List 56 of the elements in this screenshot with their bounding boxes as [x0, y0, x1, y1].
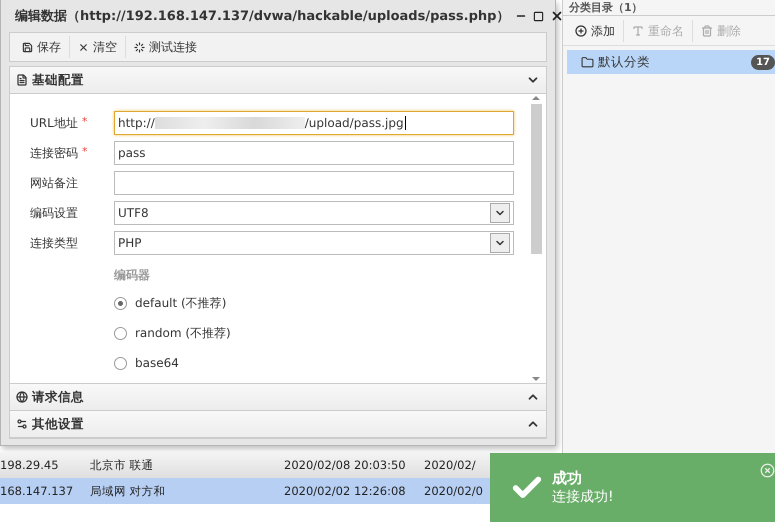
group-label: 编码器: [114, 267, 151, 284]
caret-icon: [490, 203, 510, 223]
trash-icon: [701, 25, 713, 37]
toolbar-button[interactable]: 测试连接: [126, 36, 205, 58]
category-item[interactable]: 默认分类 17: [567, 50, 775, 74]
document-icon: [16, 74, 28, 86]
plus-circle-icon: [575, 25, 587, 37]
field-label: 编码设置: [30, 204, 78, 222]
field-label: 网站备注: [30, 174, 78, 192]
required-mark: *: [82, 144, 88, 160]
save-icon: [22, 42, 33, 52]
table-cell-text: 2020/02/08 20:03:50: [283, 458, 407, 472]
table-cell-text: 2020/02/02 12:26:08: [283, 484, 407, 498]
globe-icon: [16, 391, 28, 403]
radio-option[interactable]: random (不推荐): [114, 321, 528, 345]
caret-icon: [490, 233, 510, 253]
toolbar-button[interactable]: 清空: [70, 36, 126, 58]
maximize-icon: [533, 10, 544, 22]
table-cell-text: 198.29.45: [0, 458, 60, 472]
settings-icon: [16, 418, 28, 430]
radio-button[interactable]: [114, 326, 127, 340]
toolbar-button[interactable]: 保存: [14, 36, 70, 58]
toolbar-button[interactable]: 添加: [567, 20, 624, 42]
input-field[interactable]: [114, 171, 514, 195]
section-header[interactable]: 请求信息: [10, 384, 546, 411]
dropdown[interactable]: PHP: [114, 231, 514, 255]
input-field[interactable]: pass: [114, 141, 514, 165]
radio-button[interactable]: [114, 356, 127, 370]
panel-title: 分类目录（1）: [568, 1, 643, 14]
close-button[interactable]: [550, 9, 564, 23]
folder-icon: [581, 56, 594, 68]
count-badge: 17: [751, 54, 775, 70]
field-label: URL地址: [30, 114, 78, 132]
close-icon: [78, 42, 89, 52]
required-mark: *: [82, 114, 88, 130]
section-header[interactable]: 基础配置: [10, 67, 546, 94]
input-field[interactable]: http:// /upload/pass.jpg: [114, 111, 514, 135]
window-title: 编辑数据（http://192.168.147.137/dvwa/hackable/uploads/pass.php）: [15, 8, 510, 25]
radio-option[interactable]: default (不推荐): [114, 291, 528, 315]
field-label: 连接类型: [30, 234, 78, 252]
category-label: 默认分类: [598, 54, 651, 70]
table-cell-text: 168.147.137: [0, 484, 74, 498]
table-cell-text: 局域网 对方和: [89, 484, 167, 498]
close-icon: [550, 9, 564, 23]
maximize-button[interactable]: [533, 9, 544, 23]
radio-button[interactable]: [114, 296, 127, 310]
scrollbar-thumb[interactable]: [530, 104, 542, 254]
table-cell-text: 北京市 联通: [89, 458, 155, 472]
table-cell-text: 2020/02/: [423, 458, 477, 472]
dropdown[interactable]: UTF8: [114, 201, 514, 225]
field-label: 连接密码: [30, 144, 78, 162]
radio-option[interactable]: base64: [114, 351, 528, 375]
letter-icon: [632, 25, 644, 37]
section-header[interactable]: 其他设置: [10, 411, 546, 438]
spinner-icon: [134, 42, 145, 52]
table-cell-text: 2020/02/0: [423, 484, 484, 498]
